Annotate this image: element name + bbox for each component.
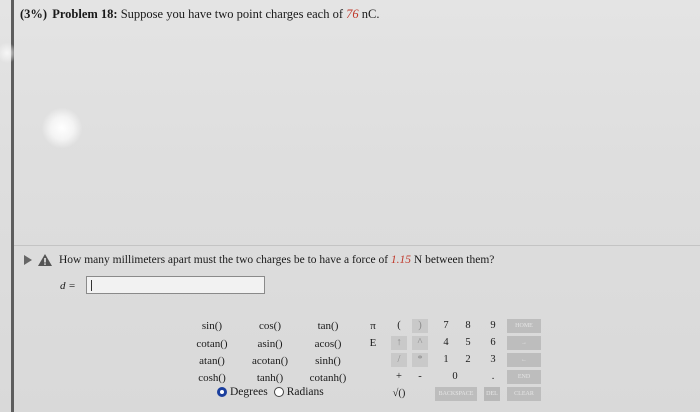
end-key[interactable]: END	[507, 370, 541, 384]
tanh-button[interactable]: tanh()	[240, 372, 300, 384]
decimal-key[interactable]: .	[485, 370, 501, 384]
backspace-key[interactable]: BACKSPACE	[435, 387, 477, 401]
radians-radio[interactable]	[273, 387, 284, 397]
digit-1-key[interactable]: 1	[438, 353, 454, 367]
photo-glare	[0, 40, 14, 66]
problem-statement: (3%) Problem 18: Suppose you have two po…	[20, 7, 379, 22]
left-arrow-key[interactable]: ←	[507, 353, 541, 367]
degrees-radio[interactable]	[217, 387, 227, 397]
tan-button[interactable]: tan()	[298, 320, 358, 332]
radians-label: Radians	[286, 386, 324, 398]
digit-5-key[interactable]: 5	[460, 336, 476, 350]
home-key[interactable]: HOME	[507, 319, 541, 333]
divide-key[interactable]: /	[391, 353, 407, 367]
up-arrow-key[interactable]: ↑	[391, 336, 407, 350]
cotanh-button[interactable]: cotanh()	[298, 372, 358, 384]
question-text-unit: N between them?	[413, 254, 495, 266]
answer-label: d =	[60, 280, 76, 292]
warning-icon	[38, 254, 52, 266]
plus-key[interactable]: +	[391, 370, 407, 384]
digit-4-key[interactable]: 4	[438, 336, 454, 350]
problem-text: Suppose you have two point charges each …	[120, 7, 344, 21]
del-key[interactable]: DEL	[484, 387, 500, 401]
expand-triangle-icon[interactable]	[24, 255, 32, 265]
angle-mode: Degrees Radians	[217, 386, 324, 398]
answer-input[interactable]	[86, 276, 265, 294]
digit-0-key[interactable]: 0	[447, 370, 463, 384]
charge-value: 76	[346, 7, 359, 21]
digit-9-key[interactable]: 9	[485, 319, 501, 333]
problem-text-unit: nC.	[361, 7, 380, 21]
force-value: 1.15	[390, 254, 412, 266]
open-paren-key[interactable]: (	[391, 319, 407, 333]
minus-key[interactable]: -	[412, 370, 428, 384]
photo-glare	[42, 108, 82, 148]
atan-button[interactable]: atan()	[182, 355, 242, 367]
sqrt-key[interactable]: √()	[391, 387, 407, 401]
problem-points: (3%)	[20, 7, 48, 21]
cos-button[interactable]: cos()	[240, 320, 300, 332]
cosh-button[interactable]: cosh()	[182, 372, 242, 384]
multiply-key[interactable]: *	[412, 353, 428, 367]
question-text: How many millimeters apart must the two …	[59, 254, 389, 266]
problem-page: (3%) Problem 18: Suppose you have two po…	[0, 0, 700, 412]
acos-button[interactable]: acos()	[298, 338, 358, 350]
digit-8-key[interactable]: 8	[460, 319, 476, 333]
digit-6-key[interactable]: 6	[485, 336, 501, 350]
section-divider	[14, 245, 700, 246]
digit-3-key[interactable]: 3	[485, 353, 501, 367]
right-arrow-key[interactable]: →	[507, 336, 541, 350]
digit-2-key[interactable]: 2	[460, 353, 476, 367]
power-key[interactable]: ^	[412, 336, 428, 350]
clear-key[interactable]: CLEAR	[507, 387, 541, 401]
degrees-label: Degrees	[230, 386, 268, 398]
cotan-button[interactable]: cotan()	[182, 338, 242, 350]
sinh-button[interactable]: sinh()	[298, 355, 358, 367]
close-paren-key[interactable]: )	[412, 319, 428, 333]
problem-label: Problem 18:	[52, 7, 118, 21]
asin-button[interactable]: asin()	[240, 338, 300, 350]
question-row: How many millimeters apart must the two …	[24, 254, 494, 266]
text-caret	[91, 280, 92, 291]
sin-button[interactable]: sin()	[182, 320, 242, 332]
e-button[interactable]: E	[366, 337, 380, 349]
acotan-button[interactable]: acotan()	[240, 355, 300, 367]
pi-button[interactable]: π	[366, 320, 380, 332]
digit-7-key[interactable]: 7	[438, 319, 454, 333]
